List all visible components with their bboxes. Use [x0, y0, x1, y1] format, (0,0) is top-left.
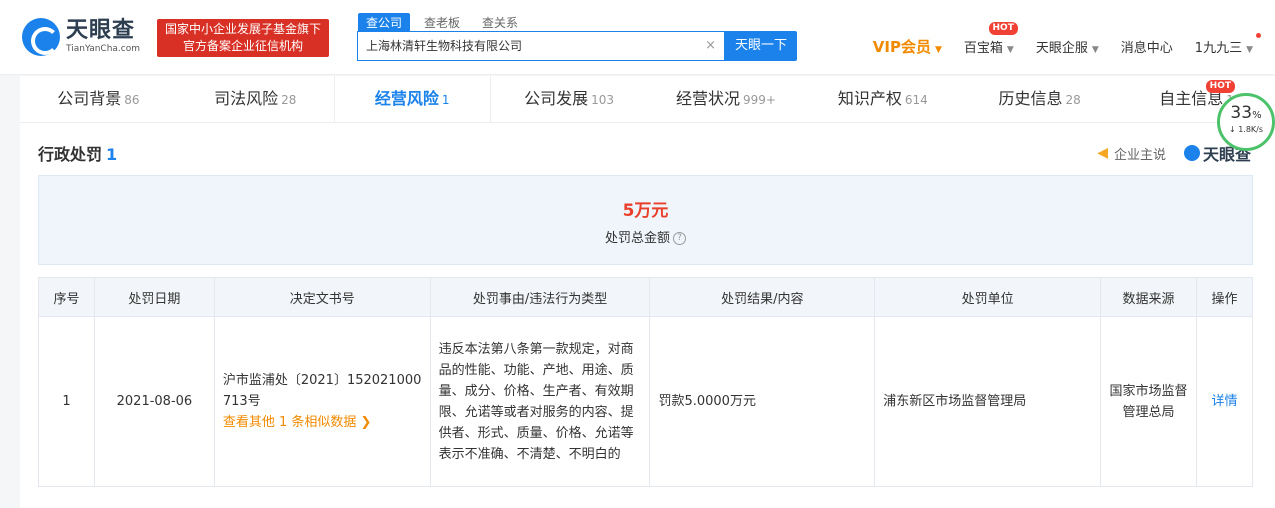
speaker-icon: ◀ — [1097, 145, 1108, 161]
col-action: 操作 — [1195, 277, 1254, 317]
tab-operating-status[interactable]: 经营状况 999+ — [648, 76, 805, 122]
tab-count: 614 — [904, 93, 928, 107]
top-header: 天眼查 TianYanCha.com 国家中小企业发展子基金旗下 官方备案企业征… — [0, 0, 1275, 75]
search-tab-relation[interactable]: 查关系 — [474, 13, 526, 32]
col-source: 数据来源 — [1100, 277, 1197, 317]
treasure-box-menu[interactable]: HOT 百宝箱 ▼ — [963, 22, 1018, 56]
tab-label: 历史信息 — [998, 89, 1063, 108]
cell-result: 罚款5.0000万元 — [649, 316, 876, 487]
cell-date: 2021-08-06 — [93, 316, 215, 487]
user-name: 1九九三 — [1194, 41, 1243, 56]
section-title: 行政处罚 1 — [38, 141, 117, 165]
chevron-down-icon: ▼ — [1091, 45, 1099, 55]
cell-index: 1 — [38, 316, 95, 487]
logo-eye-icon — [1183, 145, 1200, 161]
search-mode-tabs: 查公司 查老板 查关系 — [358, 13, 526, 32]
section-count: 1 — [106, 145, 118, 164]
speed-percent-value: 33 — [1230, 103, 1253, 123]
cell-doc-no: 沪市监浦处〔2021〕152021000713号 查看其他 1 条相似数据 ❯ — [213, 316, 431, 487]
notification-dot — [1256, 33, 1261, 38]
slogan-line-2: 官方备案企业征信机构 — [182, 39, 303, 53]
col-date: 处罚日期 — [93, 277, 215, 317]
slogan-line-1: 国家中小企业发展子基金旗下 — [164, 22, 321, 36]
tab-count: 103 — [591, 93, 615, 107]
network-speed-widget[interactable]: 33% ↓ 1.8K/s — [1217, 93, 1275, 151]
search-button[interactable]: 天眼一下 — [725, 31, 797, 61]
message-center-link[interactable]: 消息中心 — [1121, 37, 1173, 56]
logo-name: 天眼查 — [66, 18, 136, 43]
tab-history[interactable]: 历史信息 28 — [961, 76, 1118, 122]
tab-label: 经营风险 — [374, 89, 439, 108]
message-center-label: 消息中心 — [1120, 41, 1173, 56]
speed-rate: ↓ 1.8K/s — [1228, 125, 1264, 134]
tab-label: 公司背景 — [57, 89, 122, 108]
enterprise-service-menu[interactable]: 天眼企服 ▼ — [1036, 37, 1099, 56]
tab-company-development[interactable]: 公司发展 103 — [491, 76, 648, 122]
col-unit: 处罚单位 — [874, 277, 1102, 317]
col-reason: 处罚事由/违法行为类型 — [429, 277, 651, 317]
tab-count: 28 — [281, 93, 297, 107]
hot-badge: HOT — [988, 22, 1018, 35]
tab-count: 28 — [1065, 93, 1081, 107]
col-index: 序号 — [38, 277, 95, 317]
tab-count: 86 — [124, 93, 140, 107]
treasure-box-label: 百宝箱 — [963, 41, 1003, 56]
search-input-value: 上海林清轩生物科技有限公司 — [366, 39, 523, 53]
table-row: 1 2021-08-06 沪市监浦处〔2021〕152021000713号 查看… — [38, 316, 1254, 487]
logo-domain: TianYanCha.com — [66, 44, 141, 54]
tab-count: 1 — [441, 93, 450, 107]
category-tabs: 公司背景 86 司法风险 28 经营风险 1 公司发展 103 经营状况 999+ 知识产… — [20, 76, 1275, 123]
penalty-summary: 5万元 处罚总金额? — [38, 175, 1253, 265]
user-menu[interactable]: 1九九三 ▼ — [1194, 33, 1261, 56]
penalty-table: 序号 处罚日期 决定文书号 处罚事由/违法行为类型 处罚结果/内容 处罚单位 数… — [38, 277, 1254, 487]
chevron-down-icon: ▼ — [1246, 45, 1253, 55]
tab-label: 司法风险 — [214, 89, 279, 108]
col-result: 处罚结果/内容 — [649, 277, 876, 317]
speed-percent: 33% — [1220, 104, 1272, 125]
col-doc-no: 决定文书号 — [213, 277, 431, 317]
speed-percent-sign: % — [1252, 110, 1262, 121]
total-penalty-amount: 5万元 — [622, 201, 669, 221]
vip-menu[interactable]: VIP会员 ▼ — [873, 36, 942, 57]
table-header-row: 序号 处罚日期 决定文书号 处罚事由/违法行为类型 处罚结果/内容 处罚单位 数… — [38, 277, 1254, 317]
administrative-penalty-section: 行政处罚 1 ◀ 企业主说 天眼查 5万元 处罚总金额? 序号 处罚日期 决定文书… — [20, 123, 1275, 508]
help-icon[interactable]: ? — [673, 232, 686, 245]
clear-icon[interactable]: × — [705, 32, 716, 60]
vip-label: VIP会员 — [872, 38, 931, 56]
top-nav: VIP会员 ▼ HOT 百宝箱 ▼ 天眼企服 ▼ 消息中心 1九九三 ▼ — [873, 22, 1275, 57]
tab-judicial-risk[interactable]: 司法风险 28 — [177, 76, 334, 122]
site-logo[interactable]: 天眼查 TianYanCha.com — [22, 18, 140, 56]
chevron-down-icon: ▼ — [1006, 45, 1014, 55]
enterprise-service-label: 天眼企服 — [1035, 41, 1088, 56]
hot-badge: HOT — [1205, 80, 1235, 93]
tab-label: 经营状况 — [675, 89, 740, 108]
similar-data-link[interactable]: 查看其他 1 条相似数据 ❯ — [223, 412, 422, 433]
cell-reason: 违反本法第八条第一款规定，对商品的性能、功能、产地、用途、质量、成分、价格、生产… — [429, 316, 651, 487]
total-penalty-label: 处罚总金额? — [39, 227, 1252, 246]
tab-label: 知识产权 — [837, 89, 902, 108]
slogan-banner: 国家中小企业发展子基金旗下 官方备案企业征信机构 — [157, 19, 329, 57]
tab-intellectual-property[interactable]: 知识产权 614 — [804, 76, 961, 122]
company-says-link[interactable]: 企业主说 — [1114, 144, 1166, 163]
doc-number: 沪市监浦处〔2021〕152021000713号 — [222, 373, 422, 409]
tab-company-background[interactable]: 公司背景 86 — [20, 76, 177, 122]
cell-unit: 浦东新区市场监督管理局 — [874, 316, 1102, 487]
tab-operating-risk[interactable]: 经营风险 1 — [333, 76, 491, 122]
search-input[interactable]: 上海林清轩生物科技有限公司 × — [357, 31, 725, 61]
tab-count: 999+ — [742, 93, 776, 107]
search-tab-boss[interactable]: 查老板 — [416, 13, 468, 32]
logo-eye-icon — [22, 18, 60, 56]
summary-label-text: 处罚总金额 — [604, 231, 670, 246]
search-tab-company[interactable]: 查公司 — [358, 13, 411, 32]
section-title-text: 行政处罚 — [38, 145, 103, 164]
tab-label: 公司发展 — [524, 89, 589, 108]
detail-link[interactable]: 详情 — [1195, 316, 1254, 487]
chevron-down-icon: ▼ — [934, 45, 942, 55]
cell-source: 国家市场监督管理总局 — [1100, 316, 1197, 487]
